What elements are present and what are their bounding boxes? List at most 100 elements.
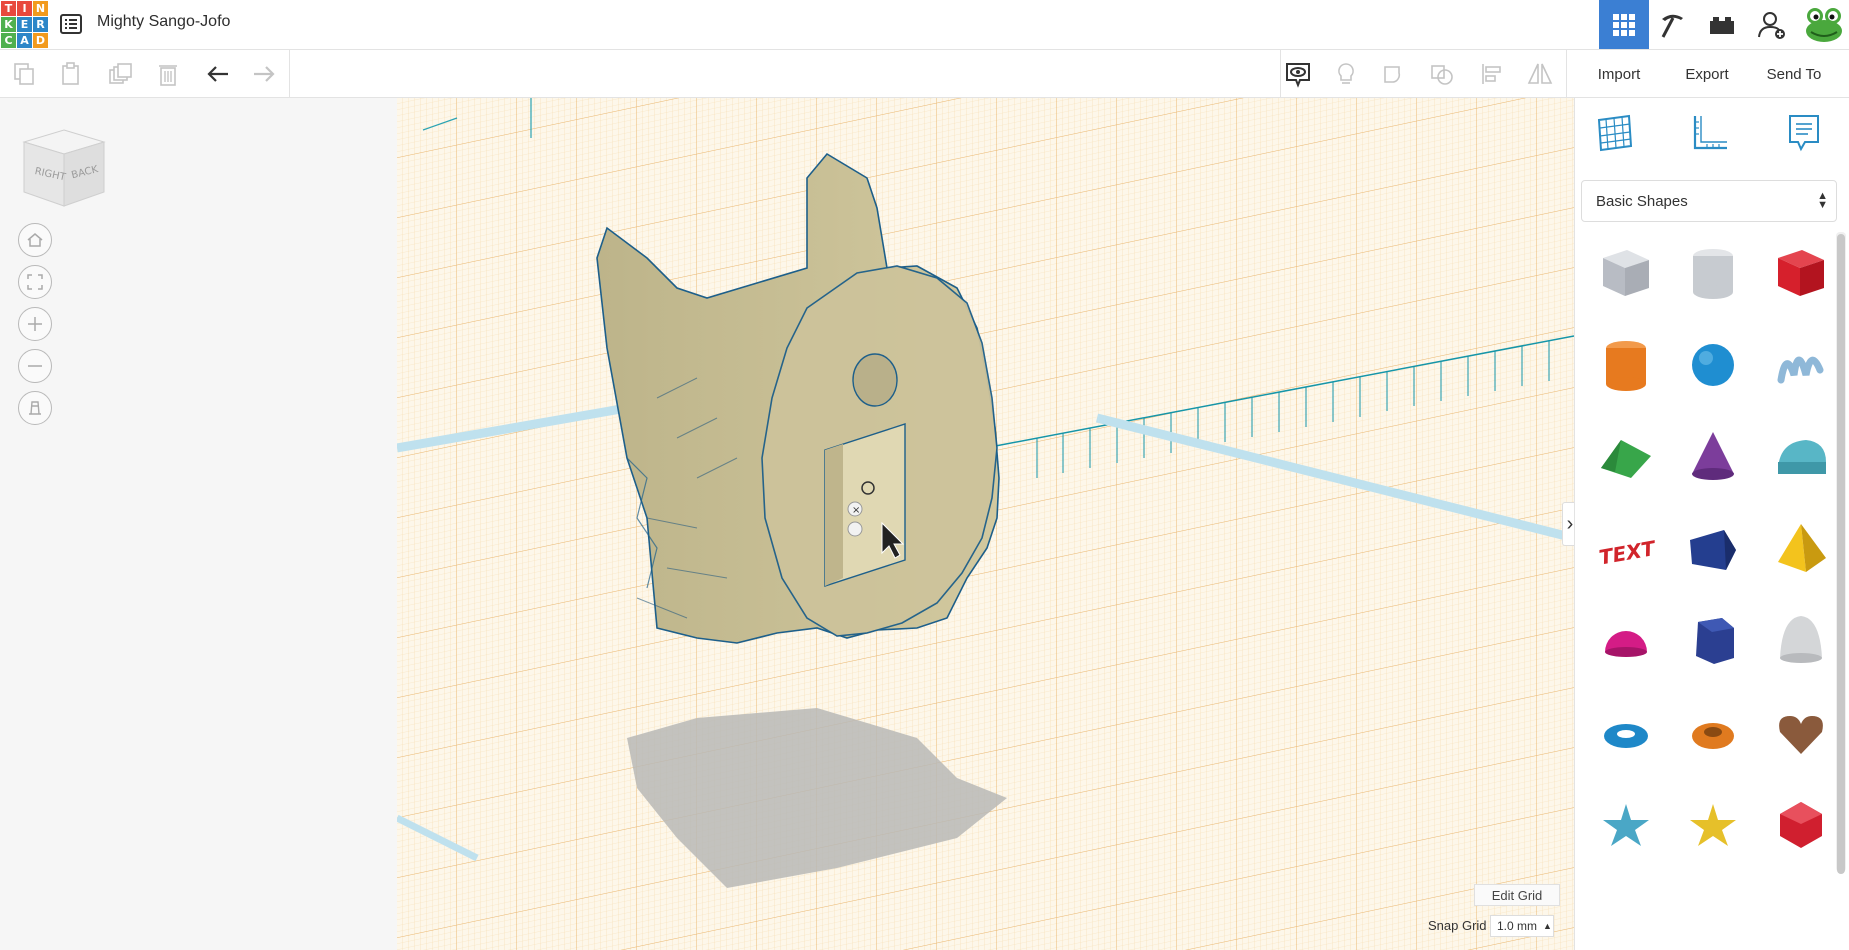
snap-grid-value: 1.0 mm: [1497, 919, 1538, 933]
shape-cylinder[interactable]: [1591, 330, 1661, 400]
redo-button[interactable]: [248, 58, 280, 90]
ungroup-icon: [1431, 65, 1453, 85]
ruler-tab[interactable]: [1685, 108, 1735, 158]
redo-icon: [254, 66, 275, 82]
paste-icon: [62, 62, 79, 85]
view-cube[interactable]: RIGHT BACK: [20, 124, 108, 212]
view-controls-panel: RIGHT BACK: [0, 98, 397, 950]
zoom-out-button[interactable]: [18, 349, 52, 383]
3d-design-button[interactable]: [1599, 0, 1649, 49]
shapes-scrollbar[interactable]: [1836, 232, 1846, 874]
design-title[interactable]: Mighty Sango-Jofo: [97, 13, 230, 31]
perspective-button[interactable]: [18, 391, 52, 425]
shape-box-hole[interactable]: [1591, 238, 1661, 308]
shape-half-sphere[interactable]: [1591, 606, 1661, 676]
paste-button[interactable]: [55, 58, 87, 90]
logo-letter: R: [33, 17, 48, 32]
star-gold-icon: [1690, 804, 1736, 846]
undo-button[interactable]: [202, 58, 234, 90]
shape-star[interactable]: [1591, 790, 1661, 860]
codeblocks-button[interactable]: [1649, 0, 1695, 49]
shape-cone[interactable]: [1678, 422, 1748, 492]
group-icon: [1384, 66, 1401, 83]
light-button[interactable]: [1330, 58, 1362, 90]
notes-tab[interactable]: [1779, 108, 1829, 158]
shape-sphere[interactable]: [1678, 330, 1748, 400]
user-avatar[interactable]: [1799, 0, 1849, 49]
heart-icon: [1779, 716, 1823, 754]
lightbulb-icon: [1338, 63, 1354, 84]
paraboloid-icon: [1780, 616, 1822, 663]
ruler-icon: [1693, 116, 1727, 150]
shape-scribble[interactable]: [1766, 330, 1836, 400]
notes-toggle-button[interactable]: [1282, 58, 1314, 90]
shape-text[interactable]: TEXT: [1591, 514, 1661, 584]
roof-icon: [1601, 440, 1651, 478]
note-icon: [1789, 115, 1819, 152]
shape-cylinder-hole[interactable]: [1678, 238, 1748, 308]
box-icon: [1778, 250, 1824, 296]
svg-text:×: ×: [852, 505, 860, 516]
zoom-in-button[interactable]: [18, 307, 52, 341]
shape-wedge[interactable]: [1678, 514, 1748, 584]
tinkercad-editor: TINKERCAD Mighty Sango-Jofo Import Expor…: [0, 0, 1849, 950]
svg-text:TEXT: TEXT: [1597, 536, 1658, 570]
send-to-button[interactable]: Send To: [1750, 58, 1838, 90]
export-button[interactable]: Export: [1664, 58, 1750, 90]
shape-polygon[interactable]: [1678, 606, 1748, 676]
pickaxe-icon: [1661, 14, 1683, 38]
round-roof-icon: [1778, 440, 1826, 474]
bricks-button[interactable]: [1699, 0, 1745, 49]
shapes-panel: Basic Shapes ▲ ▼ TEXT: [1574, 98, 1849, 950]
shape-category-value: Basic Shapes: [1596, 192, 1688, 210]
mirror-button[interactable]: [1524, 58, 1556, 90]
shape-torus[interactable]: [1591, 698, 1661, 768]
shape-category-select[interactable]: Basic Shapes ▲ ▼: [1581, 180, 1837, 222]
shape-star-gold[interactable]: [1678, 790, 1748, 860]
torus-icon: [1604, 724, 1648, 748]
shape-icosahedron[interactable]: [1766, 790, 1836, 860]
group-button[interactable]: [1378, 58, 1410, 90]
ungroup-button[interactable]: [1426, 58, 1458, 90]
icosahedron-icon: [1780, 802, 1822, 848]
half-sphere-icon: [1605, 631, 1647, 657]
trash-icon: [159, 65, 177, 86]
plus-icon: [28, 317, 42, 331]
duplicate-button[interactable]: [104, 58, 136, 90]
shape-round-roof[interactable]: [1766, 422, 1836, 492]
shape-heart[interactable]: [1766, 698, 1836, 768]
cylinder-icon: [1606, 341, 1646, 391]
fit-view-button[interactable]: [18, 265, 52, 299]
workplane-tab[interactable]: [1589, 108, 1639, 158]
shape-paraboloid[interactable]: [1766, 606, 1836, 676]
logo-letter: E: [17, 17, 32, 32]
scribble-icon: [1777, 356, 1824, 384]
tinkercad-logo[interactable]: TIN KER CAD: [0, 0, 48, 48]
shape-pyramid[interactable]: [1766, 514, 1836, 584]
shape-box[interactable]: [1766, 238, 1836, 308]
snap-grid-select[interactable]: 1.0 mm ▲: [1490, 915, 1554, 937]
sphere-icon: [1692, 344, 1734, 386]
import-button[interactable]: Import: [1574, 58, 1664, 90]
wedge-icon: [1690, 530, 1736, 570]
shape-roof[interactable]: [1591, 422, 1661, 492]
invite-user-button[interactable]: [1749, 0, 1795, 49]
delete-button[interactable]: [152, 58, 184, 90]
edit-grid-button[interactable]: Edit Grid: [1474, 884, 1560, 906]
shape-tube[interactable]: [1678, 698, 1748, 768]
frog-avatar-icon: [1806, 7, 1842, 42]
mirror-icon: [1527, 63, 1553, 84]
align-button[interactable]: [1476, 58, 1508, 90]
workplane-canvas[interactable]: ×: [397, 98, 1574, 950]
logo-letter: K: [1, 17, 16, 32]
box-hole-icon: [1603, 250, 1649, 296]
star-icon: [1603, 804, 1649, 846]
home-view-button[interactable]: [18, 223, 52, 257]
copy-button[interactable]: [8, 58, 40, 90]
polygon-icon: [1696, 618, 1734, 664]
caret-up-icon: ▲: [1543, 921, 1552, 931]
top-bar: TIN KER CAD Mighty Sango-Jofo: [0, 0, 1849, 50]
snap-grid-label: Snap Grid: [1428, 918, 1487, 933]
edit-toolbar: Import Export Send To: [0, 50, 1849, 98]
design-list-icon[interactable]: [58, 11, 84, 37]
